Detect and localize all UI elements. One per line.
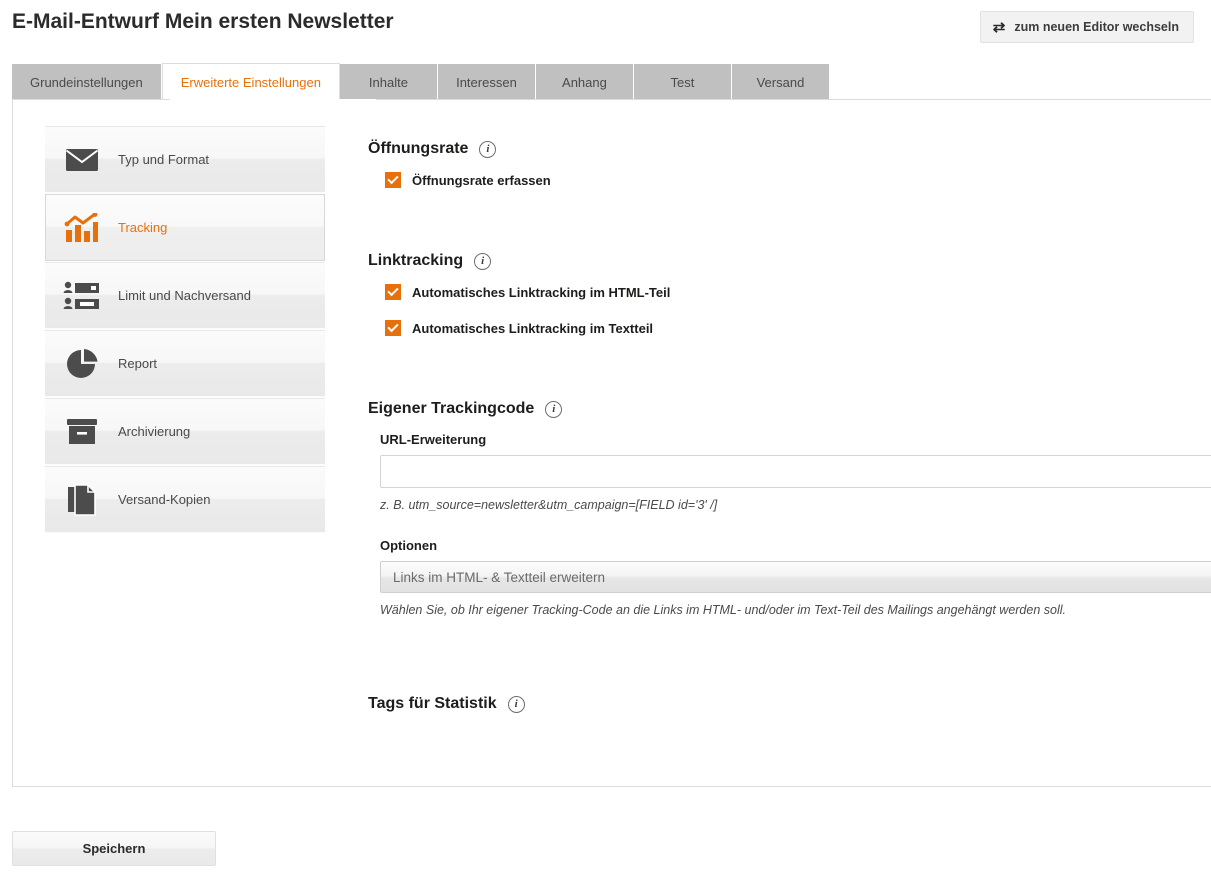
- open-rate-checkbox[interactable]: [385, 172, 401, 188]
- tracking-code-title-text: Eigener Trackingcode: [368, 400, 534, 418]
- tracking-code-section-title: Eigener Trackingcode i: [368, 400, 1211, 418]
- copy-documents-icon: [46, 484, 118, 516]
- link-tracking-text-row[interactable]: Automatisches Linktracking im Textteil: [385, 320, 1211, 336]
- bar-chart-icon: [46, 213, 118, 243]
- link-tracking-html-checkbox[interactable]: [385, 284, 401, 300]
- link-tracking-title-text: Linktracking: [368, 252, 463, 270]
- active-tab-notch: [170, 99, 376, 101]
- options-label: Optionen: [380, 538, 1211, 553]
- stats-tags-section-title: Tags für Statistik i: [368, 695, 1211, 713]
- sidebar-item-label: Versand-Kopien: [118, 492, 211, 507]
- sidebar-item-label: Report: [118, 356, 157, 371]
- options-hint: Wählen Sie, ob Ihr eigener Tracking-Code…: [380, 603, 1211, 617]
- link-tracking-text-checkbox[interactable]: [385, 320, 401, 336]
- sidebar-item-tracking[interactable]: Tracking: [45, 194, 325, 261]
- sidebar-item-versand-kopien[interactable]: Versand-Kopien: [45, 466, 325, 533]
- info-icon[interactable]: i: [545, 401, 562, 418]
- settings-panel: Typ und Format Tracking: [12, 99, 1211, 787]
- switch-to-new-editor-button[interactable]: ⇄ zum neuen Editor wechseln: [980, 11, 1194, 43]
- save-button[interactable]: Speichern: [12, 831, 216, 866]
- page-title: E-Mail-Entwurf Mein ersten Newsletter: [12, 10, 394, 34]
- info-icon[interactable]: i: [479, 141, 496, 158]
- tab-anhang[interactable]: Anhang: [536, 64, 634, 100]
- url-extension-hint: z. B. utm_source=newsletter&utm_campaign…: [380, 498, 1211, 512]
- tracking-options-selected-value: Links im HTML- & Textteil erweitern: [393, 570, 605, 585]
- stats-tags-title-text: Tags für Statistik: [368, 695, 497, 713]
- switch-to-new-editor-label: zum neuen Editor wechseln: [1014, 20, 1179, 34]
- open-rate-title-text: Öffnungsrate: [368, 140, 468, 158]
- sidebar-item-archivierung[interactable]: Archivierung: [45, 398, 325, 465]
- sidebar-item-label: Limit und Nachversand: [118, 288, 251, 303]
- tab-bar: Grundeinstellungen Erweiterte Einstellun…: [12, 64, 830, 100]
- open-rate-section-title: Öffnungsrate i: [368, 140, 1211, 158]
- tracking-options-select[interactable]: Links im HTML- & Textteil erweitern: [380, 561, 1211, 593]
- link-tracking-html-label: Automatisches Linktracking im HTML-Teil: [412, 285, 670, 300]
- open-rate-checkbox-label: Öffnungsrate erfassen: [412, 173, 551, 188]
- open-rate-checkbox-row[interactable]: Öffnungsrate erfassen: [385, 172, 1211, 188]
- url-extension-input[interactable]: [380, 455, 1211, 488]
- sidebar-item-limit-und-nachversand[interactable]: Limit und Nachversand: [45, 262, 325, 329]
- info-icon[interactable]: i: [474, 253, 491, 270]
- pie-chart-icon: [46, 348, 118, 380]
- tab-versand[interactable]: Versand: [732, 64, 830, 100]
- tab-grundeinstellungen[interactable]: Grundeinstellungen: [12, 64, 162, 100]
- sidebar-item-report[interactable]: Report: [45, 330, 325, 397]
- sidebar-item-label: Archivierung: [118, 424, 190, 439]
- link-tracking-section-title: Linktracking i: [368, 252, 1211, 270]
- settings-sidebar: Typ und Format Tracking: [45, 126, 325, 534]
- url-extension-label: URL-Erweiterung: [380, 432, 1211, 447]
- link-tracking-text-label: Automatisches Linktracking im Textteil: [412, 321, 653, 336]
- sidebar-item-label: Typ und Format: [118, 152, 209, 167]
- archive-box-icon: [46, 418, 118, 446]
- tab-interessen[interactable]: Interessen: [438, 64, 536, 100]
- sidebar-item-label: Tracking: [118, 220, 167, 235]
- server-list-icon: [46, 281, 118, 311]
- link-tracking-html-row[interactable]: Automatisches Linktracking im HTML-Teil: [385, 284, 1211, 300]
- sidebar-item-typ-und-format[interactable]: Typ und Format: [45, 126, 325, 193]
- envelope-icon: [46, 147, 118, 173]
- swap-arrows-icon: ⇄: [993, 20, 1006, 35]
- tracking-settings-form: Öffnungsrate i Öffnungsrate erfassen Lin…: [368, 140, 1211, 713]
- info-icon[interactable]: i: [508, 696, 525, 713]
- tab-erweiterte-einstellungen[interactable]: Erweiterte Einstellungen: [162, 63, 340, 100]
- tab-test[interactable]: Test: [634, 64, 732, 100]
- tab-inhalte[interactable]: Inhalte: [340, 64, 438, 100]
